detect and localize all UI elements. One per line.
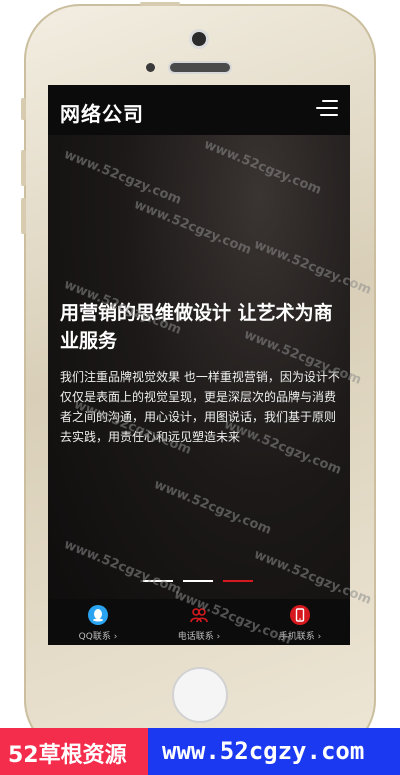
volume-up-button (21, 150, 26, 186)
hero-title: 用营销的思维做设计 让艺术为商业服务 (60, 302, 333, 352)
phone-contact-icon (189, 605, 209, 625)
footer-brand-name: 52草根资源 (8, 743, 127, 768)
bottom-contact-bar: QQ联系 › 电话联系 › 手机联系 › (48, 599, 350, 645)
front-camera (192, 32, 206, 46)
volume-down-button (21, 198, 26, 234)
phone-screen: 网络公司 用营销的思维做设计 让艺术为商业服务 我们注重品牌视觉效果 也一样重视… (48, 85, 350, 645)
earpiece-speaker (170, 63, 230, 72)
footer-banner-right: www.52cgzy.com (148, 728, 400, 775)
slider-dot-1[interactable] (143, 580, 173, 582)
home-button[interactable] (172, 667, 228, 723)
slider-dot-2[interactable] (183, 580, 213, 582)
mobile-contact-button[interactable]: 手机联系 › (250, 603, 350, 643)
phone-contact-label: 电话联系 › (177, 632, 221, 642)
proximity-sensor (146, 63, 155, 72)
phone-contact-button[interactable]: 电话联系 › (149, 603, 249, 643)
header: 网络公司 (48, 85, 350, 135)
qq-contact-label: QQ联系 › (78, 632, 118, 642)
footer-banner-left: 52草根资源 (0, 728, 148, 775)
slider-pagination (48, 580, 350, 584)
footer-site-url[interactable]: www.52cgzy.com (162, 737, 364, 765)
qq-contact-button[interactable]: QQ联系 › (48, 603, 148, 643)
page: 网络公司 用营销的思维做设计 让艺术为商业服务 我们注重品牌视觉效果 也一样重视… (0, 0, 400, 775)
hero-description: 我们注重品牌视觉效果 也一样重视营销，因为设计不仅仅是表面上的视觉呈现，更是深层… (60, 370, 340, 444)
mute-switch (21, 98, 26, 120)
mobile-contact-label: 手机联系 › (278, 632, 322, 642)
site-logo[interactable]: 网络公司 (60, 98, 144, 127)
slider-dot-3[interactable] (223, 580, 253, 582)
mobile-icon (290, 605, 310, 625)
qq-icon (88, 605, 108, 625)
power-button (140, 2, 180, 6)
menu-icon[interactable] (316, 99, 338, 117)
